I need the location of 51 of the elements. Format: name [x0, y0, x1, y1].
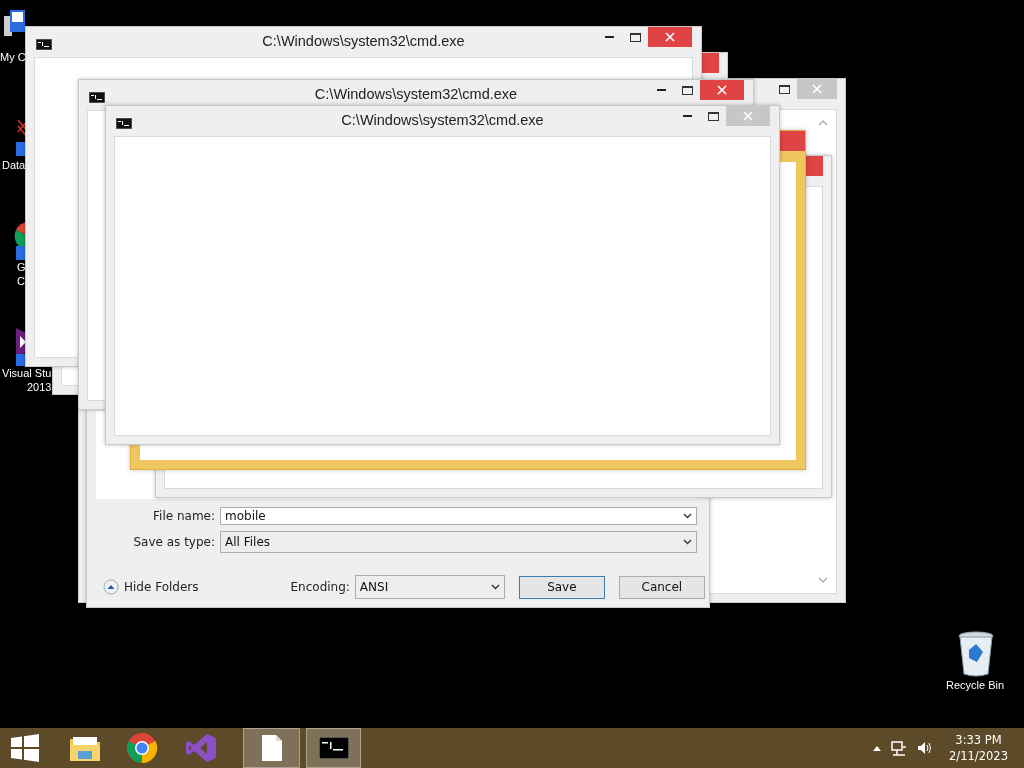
icon-label: C [17, 274, 25, 288]
close-icon [812, 84, 822, 94]
console-icon [116, 118, 132, 129]
maximize-icon [778, 84, 790, 94]
close-icon [743, 111, 753, 121]
save-button[interactable]: Save [518, 575, 605, 599]
maximize-icon [629, 32, 641, 42]
hide-folders-button[interactable]: Hide Folders [103, 579, 199, 595]
ide-icon [185, 733, 217, 763]
minimize-icon [656, 89, 666, 91]
close-icon [717, 85, 727, 95]
window-title: C:\Windows\system32\cmd.exe [262, 33, 465, 49]
icon-label: My C [0, 50, 26, 64]
window-title: C:\Windows\system32\cmd.exe [341, 112, 544, 128]
close-icon [665, 32, 675, 42]
icon-label: G [17, 260, 26, 274]
browser-icon [126, 732, 158, 764]
window-title: C:\Windows\system32\cmd.exe [314, 86, 518, 102]
field-label: Encoding: [290, 580, 350, 594]
scroll-up-icon [818, 120, 828, 126]
network-icon [891, 740, 908, 756]
close-button[interactable] [779, 131, 805, 151]
console-icon [318, 737, 349, 759]
icon-label: 2013 [27, 380, 52, 394]
volume-icon [917, 741, 934, 755]
file-type-dropdown[interactable]: All Files [220, 531, 697, 553]
collapse-icon [103, 579, 119, 595]
icon-label: Data [2, 158, 26, 172]
minimize-icon [682, 115, 692, 117]
clock-time: 3:33 PM [955, 732, 1002, 748]
file-name-field[interactable]: mobile [220, 507, 697, 525]
taskbar-button[interactable] [306, 728, 361, 768]
maximize-icon [681, 85, 693, 95]
clock-date: 2/11/2023 [949, 748, 1008, 764]
scroll-down-icon [818, 577, 828, 583]
encoding-dropdown[interactable]: ANSI [354, 575, 505, 599]
field-label: File name: [152, 509, 215, 523]
maximize-icon [707, 111, 719, 121]
windows-logo-icon [11, 734, 39, 762]
taskbar-button[interactable] [243, 728, 300, 768]
recycle-bin-icon [957, 630, 995, 678]
field-label: Save as type: [132, 535, 215, 549]
minimize-icon [604, 36, 614, 38]
cancel-button[interactable]: Cancel [618, 575, 705, 599]
console-icon [36, 39, 52, 50]
document-icon [260, 734, 283, 762]
icon-label: Visual Stu [2, 366, 52, 380]
show-hidden-icons-icon [873, 745, 882, 751]
folder-icon [69, 734, 101, 762]
console-icon [89, 92, 105, 103]
icon-label: Recycle Bin [945, 678, 1005, 692]
